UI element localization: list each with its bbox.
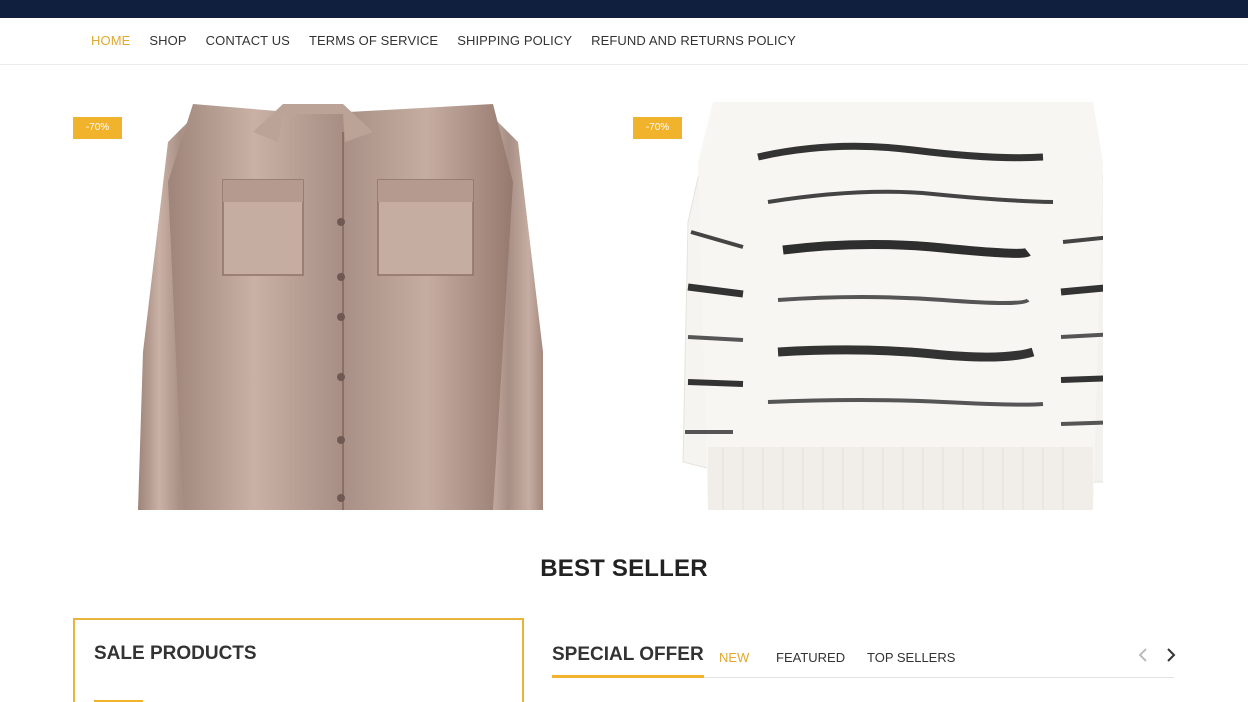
best-seller-heading: BEST SELLER bbox=[540, 555, 708, 582]
satin-shirt-image[interactable] bbox=[73, 102, 543, 510]
discount-badge: -70% bbox=[73, 117, 122, 139]
nav-item-contact-us[interactable]: CONTACT US bbox=[206, 33, 290, 48]
special-offer-header: SPECIAL OFFER NEW FEATURED TOP SELLERS bbox=[552, 636, 1176, 678]
discount-badge: -70% bbox=[633, 117, 682, 139]
tab-top-sellers[interactable]: TOP SELLERS bbox=[867, 650, 955, 665]
nav-item-shop[interactable]: SHOP bbox=[149, 33, 186, 48]
product-card-satin-shirt[interactable]: -70% bbox=[73, 102, 543, 510]
nav-item-shipping-policy[interactable]: SHIPPING POLICY bbox=[457, 33, 572, 48]
nav-item-home[interactable]: HOME bbox=[91, 33, 130, 48]
sale-products-title: SALE PRODUCTS bbox=[94, 643, 257, 664]
chevron-left-icon[interactable] bbox=[1136, 647, 1150, 663]
striped-sweater-image[interactable] bbox=[633, 102, 1103, 510]
nav-item-terms-of-service[interactable]: TERMS OF SERVICE bbox=[309, 33, 438, 48]
tab-new[interactable]: NEW bbox=[719, 650, 749, 665]
nav-item-refund-returns-policy[interactable]: REFUND AND RETURNS POLICY bbox=[591, 33, 796, 48]
main-navigation: HOME SHOP CONTACT US TERMS OF SERVICE SH… bbox=[0, 18, 1248, 65]
sale-products-box: SALE PRODUCTS bbox=[73, 618, 524, 702]
tab-featured[interactable]: FEATURED bbox=[776, 650, 845, 665]
top-bar bbox=[0, 0, 1248, 18]
special-offer-title: SPECIAL OFFER bbox=[552, 644, 704, 678]
chevron-right-icon[interactable] bbox=[1164, 647, 1178, 663]
product-card-striped-sweater[interactable]: -70% bbox=[633, 102, 1103, 510]
